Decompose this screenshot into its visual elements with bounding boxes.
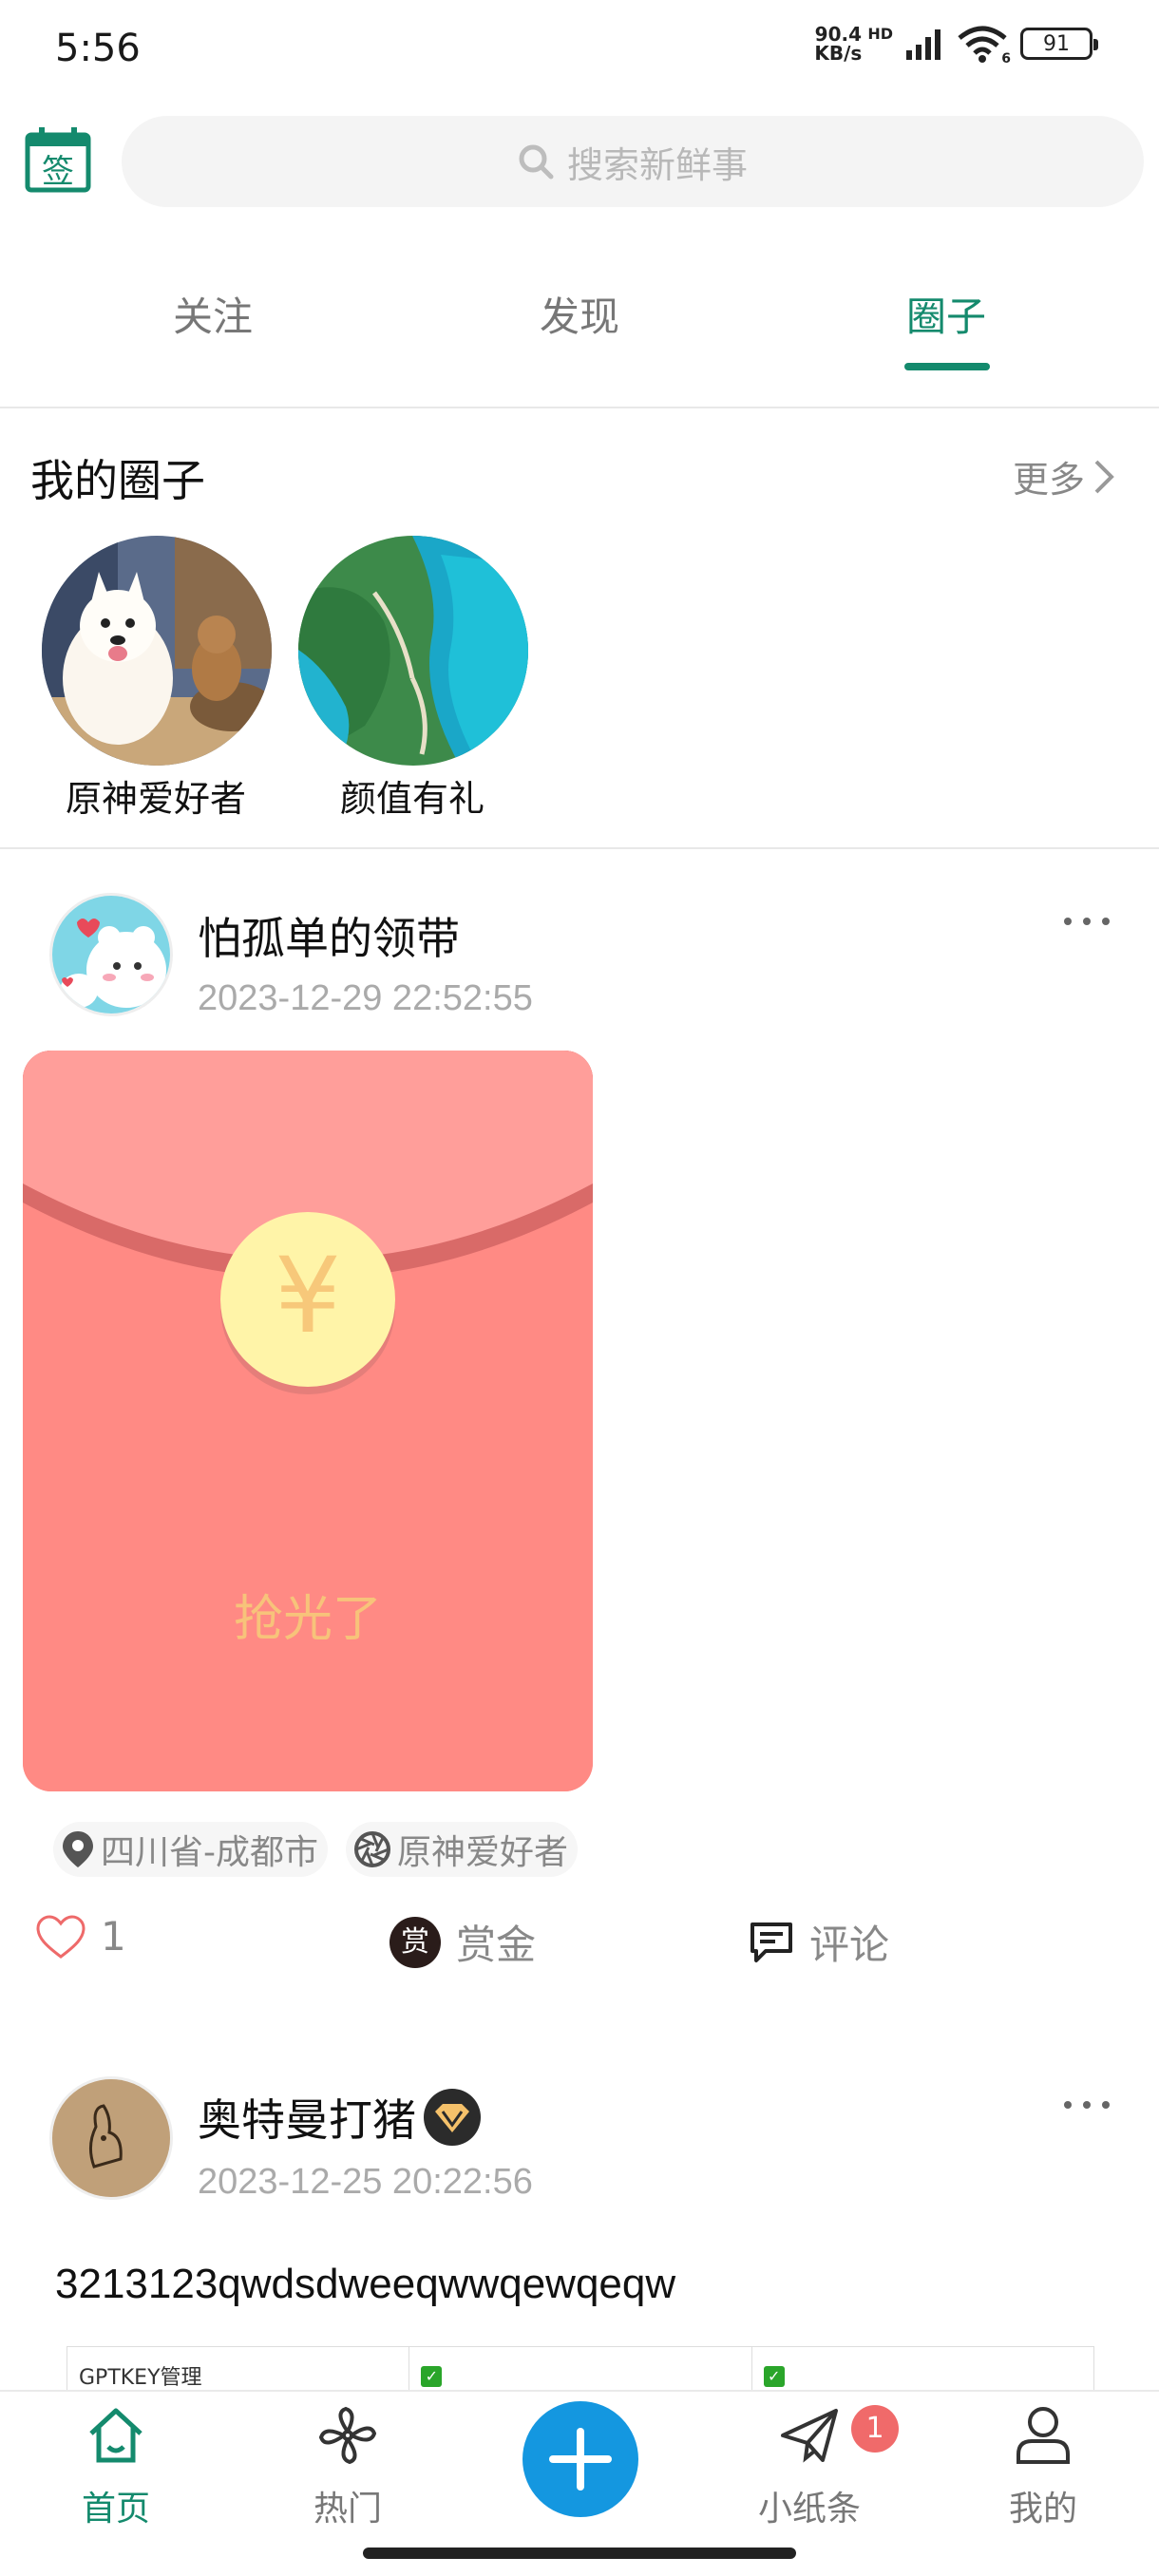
more-circles-link[interactable]: 更多 [1013, 450, 1115, 502]
post-author-avatar[interactable] [49, 2076, 173, 2200]
tab-discover[interactable]: 发现 [456, 285, 703, 343]
tab-circles[interactable]: 圈子 [823, 285, 1070, 343]
location-pin-icon [63, 1831, 93, 1867]
profile-icon [1016, 2407, 1070, 2464]
circle-tag[interactable]: 原神爱好者 [346, 1822, 579, 1877]
reward-icon: 赏 [390, 1916, 441, 1968]
more-options-icon[interactable] [1062, 910, 1112, 933]
circle-tag-text: 原神爱好者 [397, 1833, 569, 1872]
wifi-icon: 6 [958, 25, 1011, 66]
nav-label: 热门 [313, 2490, 382, 2529]
circle-avatar-genshin[interactable] [42, 536, 272, 766]
vip-badge-icon [424, 2089, 481, 2146]
circle-name: 颜值有礼 [339, 778, 484, 820]
comment-label: 评论 [809, 1922, 890, 1968]
search-placeholder: 搜索新鲜事 [566, 143, 748, 186]
like-count: 1 [101, 1913, 126, 1960]
nav-label: 小纸条 [757, 2490, 861, 2529]
reward-label: 赏金 [456, 1922, 537, 1968]
circle-avatar-looks[interactable] [298, 536, 528, 766]
hd-label: HD [867, 24, 893, 43]
status-icons: 90.4 KB/s HD 6 91 [814, 23, 1098, 66]
active-tab-indicator [904, 363, 990, 370]
svg-text:签: 签 [42, 153, 74, 191]
search-bar[interactable]: 搜索新鲜事 [122, 116, 1144, 207]
post-content: 3213123qwdsdweeqwwqewqeqw [55, 2261, 676, 2307]
comment-button[interactable]: 评论 [749, 1913, 889, 1971]
heart-icon [36, 1914, 86, 1959]
reward-button[interactable]: 赏 赏金 [390, 1913, 536, 1971]
pinwheel-icon [318, 2406, 377, 2465]
post-author-row[interactable]: 奥特曼打猪 [198, 2086, 483, 2149]
comment-icon [750, 1922, 792, 1962]
plus-icon [549, 2428, 612, 2491]
yuan-symbol: ¥ [275, 1235, 341, 1356]
sign-in-icon[interactable]: 签 [25, 125, 91, 194]
post-time: 2023-12-25 20:22:56 [198, 2162, 533, 2202]
location-tag[interactable]: 四川省-成都市 [53, 1822, 328, 1877]
header-divider [0, 407, 1159, 408]
circle-name: 原神爱好者 [65, 778, 246, 820]
checkmark-icon: ✓ [421, 2366, 443, 2387]
post-author-avatar[interactable] [49, 893, 173, 1016]
checkmark-icon: ✓ [763, 2366, 785, 2387]
chevron-right-icon [1094, 460, 1114, 493]
post-author-name[interactable]: 怕孤单的领带 [198, 904, 460, 967]
signal-icon [906, 29, 940, 60]
red-packet-status: 抢光了 [233, 1591, 382, 1648]
create-post-button[interactable] [522, 2401, 638, 2517]
my-circles-title: 我的圈子 [30, 455, 205, 506]
nav-label: 我的 [1008, 2490, 1077, 2529]
red-packet-graphic [23, 1051, 593, 1791]
paper-plane-icon [781, 2409, 838, 2463]
tab-follow[interactable]: 关注 [89, 285, 336, 343]
top-tabs: 关注 发现 圈子 [0, 285, 1159, 380]
aperture-icon [354, 1831, 390, 1867]
search-icon [519, 144, 554, 180]
like-button[interactable]: 1 [36, 1913, 126, 1960]
post-author-name: 奥特曼打猪 [198, 2094, 416, 2146]
circles-divider [0, 847, 1159, 849]
red-packet[interactable] [23, 1051, 593, 1791]
wifi-badge: 6 [1001, 51, 1011, 66]
more-options-icon[interactable] [1062, 2093, 1112, 2116]
messages-badge: 1 [851, 2405, 899, 2453]
network-speed: 90.4 KB/s [814, 23, 863, 65]
more-label: 更多 [1013, 459, 1086, 501]
nav-label: 首页 [81, 2490, 150, 2529]
post-time: 2023-12-29 22:52:55 [198, 978, 533, 1018]
home-icon [89, 2408, 142, 2463]
location-text: 四川省-成都市 [101, 1833, 318, 1872]
battery-indicator: 91 [1020, 28, 1098, 60]
home-indicator[interactable] [363, 2548, 796, 2559]
status-time: 5:56 [55, 27, 141, 70]
